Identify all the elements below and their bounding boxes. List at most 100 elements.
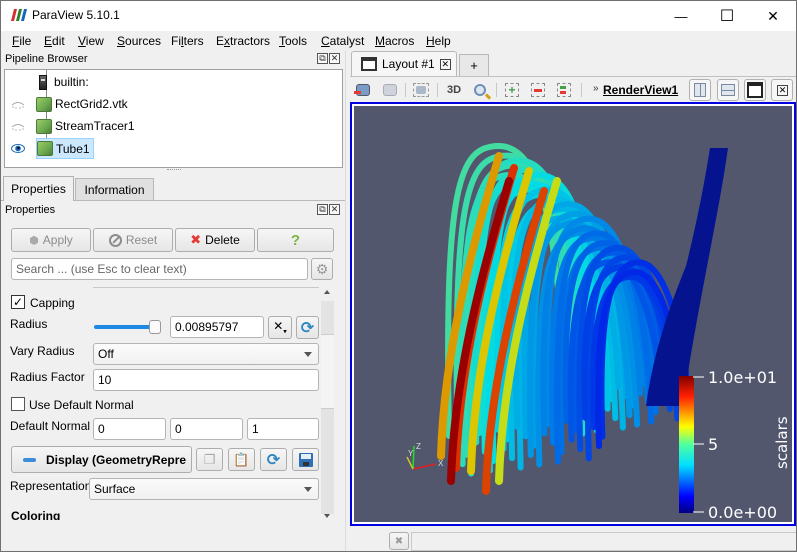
representation-select[interactable]: Surface bbox=[89, 478, 319, 500]
properties-scrollbar[interactable] bbox=[321, 286, 334, 520]
float-icon[interactable]: ⧉ bbox=[317, 204, 328, 215]
menu-help[interactable]: Help bbox=[426, 34, 451, 48]
pipeline-item-tube1[interactable]: Tube1 bbox=[36, 138, 94, 159]
delete-button[interactable]: ✖ Delete bbox=[175, 228, 255, 252]
pipeline-item-rectgrid2[interactable]: RectGrid2.vtk bbox=[36, 94, 128, 114]
tab-information[interactable]: Information bbox=[75, 178, 154, 200]
close-tab-icon[interactable]: ✕ bbox=[439, 58, 451, 70]
menu-edit[interactable]: Edit bbox=[44, 34, 65, 48]
toolbar-separator bbox=[405, 83, 406, 97]
chevron-down-icon bbox=[304, 352, 312, 357]
use-default-normal-checkbox[interactable] bbox=[11, 397, 25, 411]
menu-sources[interactable]: Sources bbox=[117, 34, 161, 48]
reset-camera-icon[interactable] bbox=[381, 81, 399, 99]
menu-view[interactable]: View bbox=[78, 34, 104, 48]
radius-factor-input[interactable]: 10 bbox=[93, 369, 319, 391]
y-axis-line bbox=[406, 456, 414, 470]
apply-button[interactable]: ⬢ Apply bbox=[11, 228, 91, 252]
select-cells-on-icon[interactable]: + bbox=[503, 81, 521, 99]
tab-layout-1[interactable]: Layout #1 ✕ bbox=[351, 51, 457, 76]
minimize-button[interactable]: — bbox=[658, 1, 704, 31]
menu-filters[interactable]: Filters bbox=[171, 34, 204, 48]
menu-catalyst[interactable]: Catalyst bbox=[321, 34, 364, 48]
x-axis-label: X bbox=[438, 459, 444, 468]
paste-properties-button[interactable]: 📋 bbox=[228, 448, 255, 471]
pipeline-item-label: builtin: bbox=[54, 75, 89, 89]
default-normal-z-input[interactable]: 1 bbox=[247, 418, 319, 440]
display-section-toggle[interactable]: Display (GeometryRepre bbox=[11, 446, 192, 473]
colorbar-min-label: 0.0e+00 bbox=[708, 503, 777, 522]
maximize-view-icon bbox=[747, 82, 763, 98]
default-normal-x-input[interactable]: 0 bbox=[93, 418, 166, 440]
select-points-on-icon[interactable] bbox=[529, 81, 547, 99]
capture-screenshot-icon[interactable] bbox=[412, 81, 430, 99]
render-view-canvas[interactable]: X Z Y 1.0e+01 5 0.0e+00 scalars bbox=[354, 106, 792, 522]
colorbar-mid-label: 5 bbox=[708, 435, 718, 454]
close-dock-icon[interactable]: ✕ bbox=[329, 53, 340, 64]
close-button[interactable]: ✕ bbox=[750, 1, 796, 31]
scroll-down-icon[interactable] bbox=[324, 514, 330, 518]
chevron-down-icon bbox=[304, 487, 312, 492]
copy-properties-button[interactable]: ❐ bbox=[196, 448, 223, 471]
restore-defaults-button[interactable]: ⟳ bbox=[260, 448, 287, 471]
render-view-name[interactable]: RenderView1 bbox=[603, 83, 678, 97]
split-vertical-button[interactable] bbox=[717, 79, 739, 101]
eye-closed-icon[interactable] bbox=[11, 123, 25, 132]
pipeline-item-streamtracer1[interactable]: StreamTracer1 bbox=[36, 116, 135, 136]
add-layout-tab[interactable]: + bbox=[459, 54, 489, 76]
colorbar-gradient bbox=[679, 376, 694, 513]
toggle-3d-button[interactable]: 3D bbox=[445, 81, 463, 99]
menu-extractors[interactable]: Extractors bbox=[216, 34, 270, 48]
default-normal-y-input[interactable]: 0 bbox=[170, 418, 243, 440]
reset-camera-closest-icon[interactable] bbox=[354, 81, 372, 99]
refresh-icon: ⟳ bbox=[300, 319, 315, 337]
close-icon: ✕ bbox=[767, 7, 779, 24]
radius-label: Radius bbox=[10, 317, 48, 331]
property-search-input[interactable]: Search ... (use Esc to clear text) bbox=[11, 258, 308, 280]
help-button[interactable]: ? bbox=[257, 228, 334, 252]
maximize-icon: ☐ bbox=[719, 8, 735, 25]
eye-closed-icon[interactable] bbox=[11, 101, 25, 110]
splitter-handle[interactable] bbox=[167, 169, 181, 171]
cube-icon bbox=[36, 96, 52, 112]
reset-to-default-button[interactable]: ⟳ bbox=[296, 316, 319, 339]
render-view-frame: X Z Y 1.0e+01 5 0.0e+00 scalars bbox=[350, 102, 796, 526]
x-axis-line bbox=[412, 463, 437, 470]
maximize-view-button[interactable] bbox=[744, 79, 766, 101]
zoom-to-box-icon[interactable] bbox=[471, 81, 492, 100]
advanced-properties-button[interactable]: ⚙ bbox=[311, 258, 333, 280]
close-dock-icon[interactable]: ✕ bbox=[329, 204, 340, 215]
toolbar-separator bbox=[581, 83, 582, 97]
scroll-up-icon[interactable] bbox=[324, 290, 330, 294]
menu-macros[interactable]: Macros bbox=[375, 34, 414, 48]
eye-open-icon[interactable] bbox=[11, 144, 25, 153]
float-icon[interactable]: ⧉ bbox=[317, 53, 328, 64]
reset-button[interactable]: Reset bbox=[93, 228, 173, 252]
pipeline-browser-dock-buttons: ⧉ ✕ bbox=[317, 53, 340, 64]
z-axis-label: Z bbox=[416, 442, 421, 451]
save-defaults-button[interactable] bbox=[292, 448, 319, 471]
interactive-select-icon[interactable] bbox=[555, 81, 573, 99]
use-default-normal-label: Use Default Normal bbox=[29, 398, 134, 412]
menu-file[interactable]: File bbox=[12, 34, 31, 48]
progress-abort-button[interactable]: ✖ bbox=[389, 532, 409, 550]
properties-title: Properties bbox=[5, 204, 56, 216]
scrollbar-thumb[interactable] bbox=[321, 334, 334, 409]
scale-by-button[interactable]: ✕▾ bbox=[268, 316, 292, 339]
apply-icon: ⬢ bbox=[29, 234, 39, 247]
colorbar-max-label: 1.0e+01 bbox=[708, 368, 777, 387]
vary-radius-select[interactable]: Off bbox=[93, 343, 319, 365]
panel-splitter[interactable] bbox=[345, 51, 346, 551]
colorbar-title: scalars bbox=[773, 416, 791, 469]
maximize-button[interactable]: ☐ bbox=[704, 1, 750, 31]
menu-tools[interactable]: Tools bbox=[279, 34, 307, 48]
tab-properties[interactable]: Properties bbox=[3, 176, 74, 201]
radius-input[interactable]: 0.00895797 bbox=[170, 316, 264, 338]
radius-slider-handle[interactable] bbox=[149, 320, 161, 334]
streamline-tubes: X Z Y 1.0e+01 5 0.0e+00 scalars bbox=[406, 142, 791, 522]
radius-slider-track[interactable] bbox=[94, 325, 154, 329]
split-horizontal-button[interactable] bbox=[689, 79, 711, 101]
pipeline-item-builtin[interactable]: builtin: bbox=[39, 72, 89, 92]
capping-checkbox[interactable]: ✓ bbox=[11, 295, 25, 309]
close-view-button[interactable]: ✕ bbox=[771, 79, 793, 101]
